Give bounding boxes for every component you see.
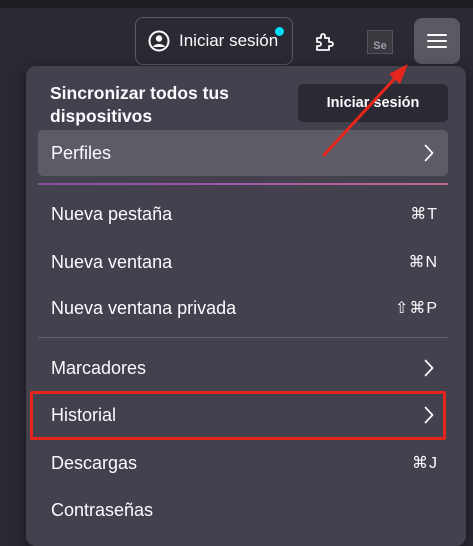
menu-item-new-private-window[interactable]: Nueva ventana privada ⇧⌘P: [38, 286, 448, 330]
shortcut-label: ⇧⌘P: [394, 300, 438, 317]
panel-signin-button[interactable]: Iniciar sesión: [298, 84, 448, 122]
account-circle-icon: [148, 30, 170, 52]
notification-dot: [275, 27, 284, 36]
menu-item-label: Contraseñas: [51, 499, 154, 520]
menu-divider: [38, 337, 448, 338]
history-highlight-box: [30, 391, 446, 440]
menu-item-label: Nueva ventana privada: [51, 297, 237, 318]
accent-divider: [38, 183, 448, 185]
menu-item-label: Nueva pestaña: [51, 203, 173, 224]
app-menu-button[interactable]: [414, 18, 460, 64]
hamburger-menu-icon: [427, 34, 447, 48]
shortcut-label: ⌘J: [412, 455, 438, 472]
menu-item-label: Perfiles: [51, 142, 112, 163]
chevron-right-icon: [424, 144, 434, 162]
selenium-extension-label: Se: [373, 40, 387, 52]
chevron-right-icon: [424, 359, 434, 377]
toolbar-signin-button[interactable]: Iniciar sesión: [135, 17, 293, 65]
menu-item-downloads[interactable]: Descargas ⌘J: [38, 441, 448, 485]
window-top-strip: [0, 0, 473, 8]
sync-title: Sincronizar todos tus dispositivos: [50, 83, 229, 126]
menu-item-new-tab[interactable]: Nueva pestaña ⌘T: [38, 192, 448, 236]
puzzle-piece-icon[interactable]: [313, 30, 337, 54]
menu-item-bookmarks[interactable]: Marcadores: [38, 346, 448, 390]
menu-item-new-window[interactable]: Nueva ventana ⌘N: [38, 240, 448, 284]
toolbar-signin-label: Iniciar sesión: [179, 31, 279, 50]
menu-item-label: Nueva ventana: [51, 251, 173, 272]
selenium-extension-icon[interactable]: Se: [367, 30, 393, 54]
menu-item-profiles[interactable]: Perfiles: [38, 130, 448, 176]
shortcut-label: ⌘N: [408, 254, 438, 271]
menu-item-label: Marcadores: [51, 357, 147, 378]
menu-item-passwords[interactable]: Contraseñas: [38, 488, 448, 532]
shortcut-label: ⌘T: [410, 206, 438, 223]
menu-item-label: Descargas: [51, 452, 138, 473]
app-menu-panel: Sincronizar todos tus dispositivos Inici…: [26, 66, 466, 546]
